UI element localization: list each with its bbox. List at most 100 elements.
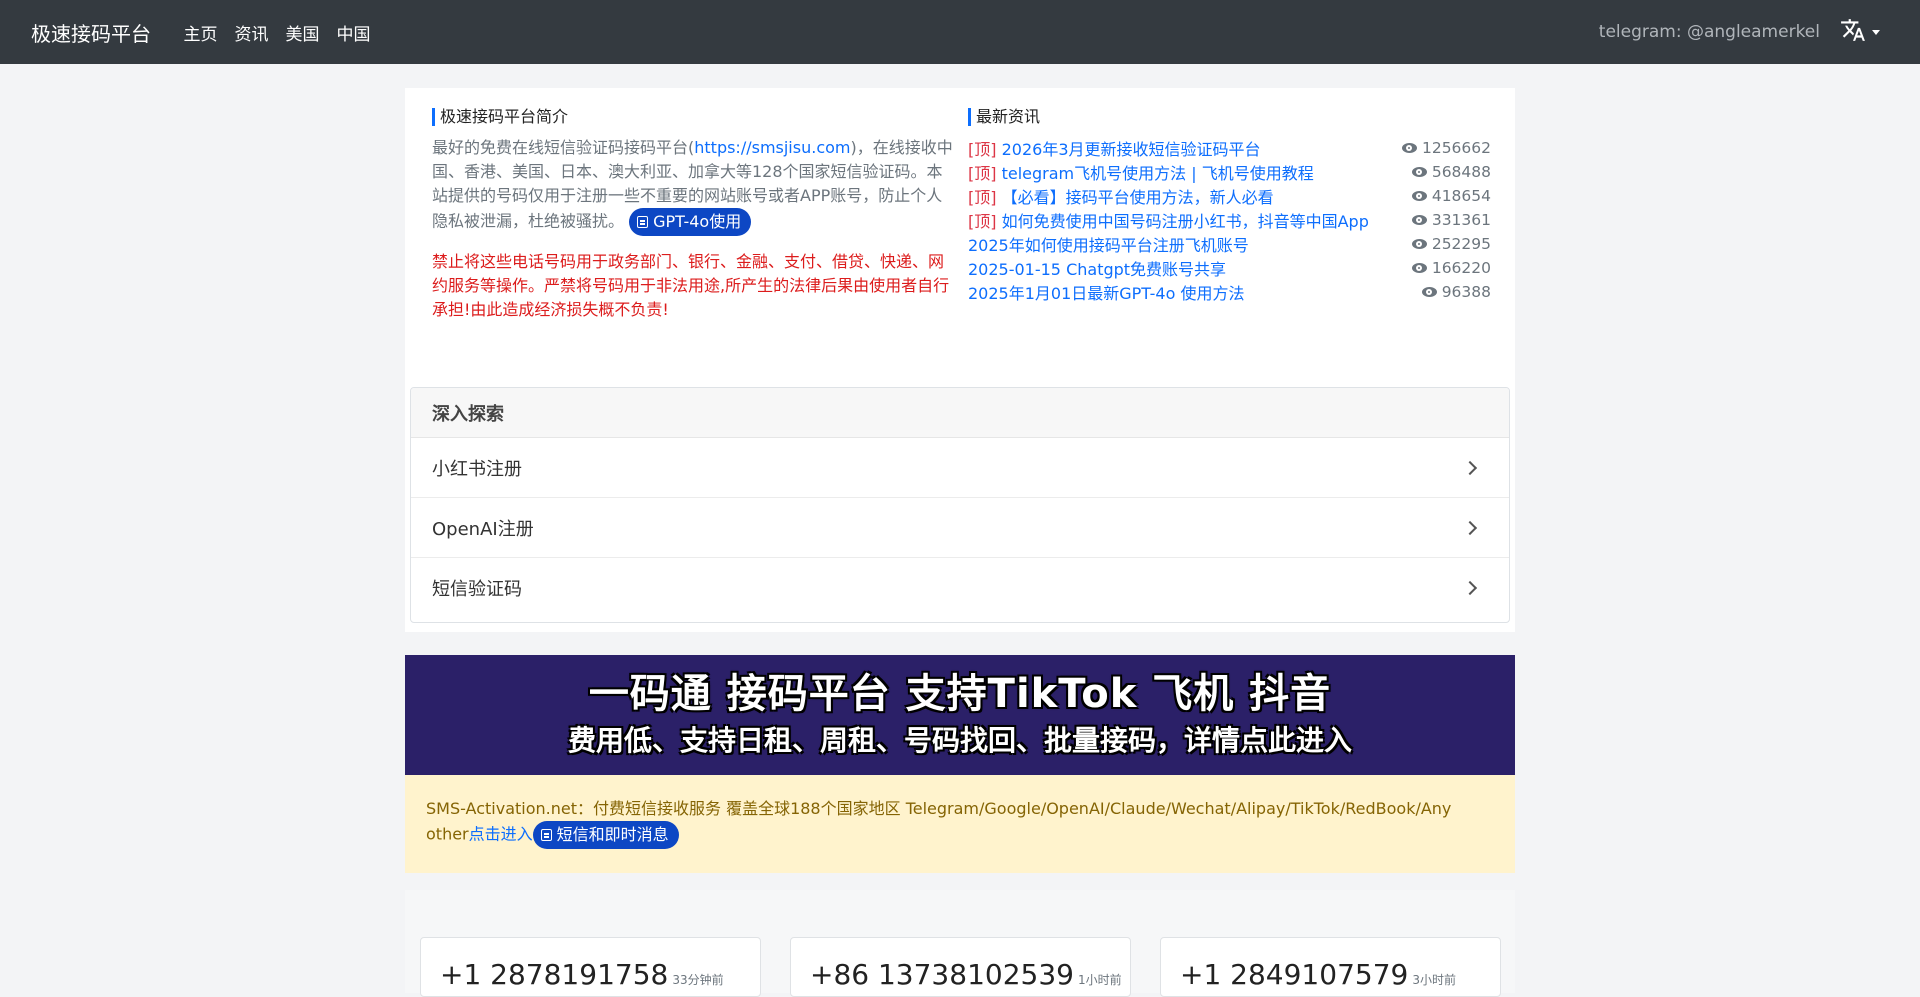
view-count-value: 166220 (1431, 259, 1491, 277)
banner-headline: 一码通 接码平台 支持TikTok 飞机 抖音 (588, 671, 1332, 717)
sms-messages-button-label: 短信和即时消息 (556, 825, 669, 844)
nav-home[interactable]: 主页 (175, 20, 226, 45)
view-count-value: 1256662 (1421, 139, 1491, 157)
alert-link[interactable]: 点击进入 (469, 825, 533, 844)
eye-icon (1401, 143, 1417, 153)
language-switcher[interactable] (1840, 17, 1880, 47)
intro-text: 最好的免费在线短信验证码接码平台(https://smsjisu.com)，在线… (432, 136, 954, 236)
navbar: 极速接码平台 主页 资讯 美国 中国 telegram: @angleamerk… (0, 0, 1920, 64)
brand-logo[interactable]: 极速接码平台 (31, 18, 151, 47)
news-item-link[interactable]: [顶] 【必看】接码平台使用方法，新人必看 (968, 184, 1274, 208)
view-count-value: 568488 (1431, 163, 1491, 181)
news-item-link[interactable]: 2025年1月01日最新GPT-4o 使用方法 (968, 280, 1244, 304)
promo-banner[interactable]: 一码通 接码平台 支持TikTok 飞机 抖音 费用低、支持日租、周租、号码找回… (405, 655, 1515, 775)
translate-icon (1840, 17, 1866, 47)
nav-news[interactable]: 资讯 (226, 20, 277, 45)
news-item-title: 2025-01-15 Chatgpt免费账号共享 (968, 260, 1227, 279)
news-item: 2025-01-15 Chatgpt免费账号共享 166220 (968, 256, 1491, 280)
view-count: 331361 (1411, 211, 1491, 229)
nav-links: 主页 资讯 美国 中国 (175, 20, 379, 45)
news-item-link[interactable]: [顶] 如何免费使用中国号码注册小红书，抖音等中国App (968, 208, 1369, 232)
news-title: 最新资讯 (968, 108, 1491, 126)
news-item-title: 2026年3月更新接收短信验证码平台 (1001, 140, 1261, 159)
pinned-tag: [顶] (968, 212, 997, 231)
phone-number-grid: +1 2878191758 33分钟前 +86 13738102539 1小时前 +… (405, 890, 1515, 997)
sms-messages-button[interactable]: 短信和即时消息 (532, 821, 679, 849)
banner-subline: 费用低、支持日租、周租、号码找回、批量接码，详情点此进入 (567, 724, 1352, 757)
view-count: 418654 (1411, 187, 1491, 205)
news-list: [顶] 2026年3月更新接收短信验证码平台 1256662 [顶] teleg… (968, 136, 1491, 304)
news-item-link[interactable]: [顶] telegram飞机号使用方法 | 飞机号使用教程 (968, 160, 1314, 184)
eye-icon (1411, 215, 1427, 225)
news-item: 2025年如何使用接码平台注册飞机账号 252295 (968, 232, 1491, 256)
site-link[interactable]: https://smsjisu.com (694, 138, 850, 157)
news-item-link[interactable]: 2025-01-15 Chatgpt免费账号共享 (968, 256, 1226, 280)
news-item-title: 【必看】接码平台使用方法，新人必看 (1001, 188, 1274, 207)
news-item: [顶] 【必看】接码平台使用方法，新人必看 418654 (968, 184, 1491, 208)
phone-number-card[interactable]: +1 2849107579 3小时前 (1160, 937, 1501, 997)
sms-activation-alert: SMS-Activation.net：付费短信接收服务 覆盖全球188个国家地区… (405, 775, 1515, 873)
telegram-contact: telegram: @angleamerkel (1598, 22, 1820, 42)
phone-number: +1 2878191758 (440, 958, 669, 991)
news-item-link[interactable]: [顶] 2026年3月更新接收短信验证码平台 (968, 136, 1261, 160)
explore-panel: 深入探索 小红书注册 OpenAI注册 短信验证码 (410, 387, 1510, 623)
document-icon (540, 829, 552, 841)
view-count: 1256662 (1401, 139, 1491, 157)
view-count-value: 96388 (1441, 283, 1491, 301)
chevron-right-icon (1462, 580, 1478, 596)
nav-right: telegram: @angleamerkel (1599, 17, 1880, 47)
eye-icon (1411, 167, 1427, 177)
view-count-value: 418654 (1431, 187, 1491, 205)
explore-title: 深入探索 (411, 388, 1509, 438)
gpt-4o-button[interactable]: GPT-4o使用 (629, 208, 752, 236)
pinned-tag: [顶] (968, 188, 997, 207)
intro-title: 极速接码平台简介 (432, 108, 954, 126)
last-received-time: 3小时前 (1412, 973, 1456, 987)
intro-text-before: 最好的免费在线短信验证码接码平台( (432, 138, 695, 157)
phone-number-card[interactable]: +86 13738102539 1小时前 (790, 937, 1131, 997)
view-count-value: 331361 (1431, 211, 1491, 229)
view-count: 96388 (1421, 283, 1491, 301)
news-item: 2025年1月01日最新GPT-4o 使用方法 96388 (968, 280, 1491, 304)
news-item-title: telegram飞机号使用方法 | 飞机号使用教程 (1001, 164, 1314, 183)
eye-icon (1421, 287, 1437, 297)
news-item-title: 如何免费使用中国号码注册小红书，抖音等中国App (1001, 212, 1369, 231)
explore-item-openai[interactable]: OpenAI注册 (411, 498, 1509, 558)
usage-warning: 禁止将这些电话号码用于政务部门、银行、金融、支付、借贷、快递、网约服务等操作。严… (432, 252, 950, 319)
eye-icon (1411, 263, 1427, 273)
phone-number: +86 13738102539 (810, 958, 1074, 991)
explore-item-label: 小红书注册 (432, 458, 522, 480)
view-count: 166220 (1411, 259, 1491, 277)
last-received-time: 33分钟前 (672, 973, 724, 987)
chevron-right-icon (1462, 460, 1478, 475)
document-icon (637, 216, 649, 228)
pinned-tag: [顶] (968, 140, 997, 159)
pinned-tag: [顶] (968, 164, 997, 183)
intro-section: 极速接码平台简介 最好的免费在线短信验证码接码平台(https://smsjis… (432, 108, 954, 322)
last-received-time: 1小时前 (1077, 973, 1122, 987)
gpt-4o-button-label: GPT-4o使用 (653, 212, 742, 231)
news-item-title: 2025年如何使用接码平台注册飞机账号 (968, 236, 1249, 255)
explore-item-label: 短信验证码 (432, 579, 522, 600)
news-item: [顶] 2026年3月更新接收短信验证码平台 1256662 (968, 136, 1491, 160)
explore-item-label: OpenAI注册 (432, 518, 534, 540)
nav-usa[interactable]: 美国 (277, 20, 328, 45)
caret-down-icon (1872, 29, 1880, 35)
view-count: 252295 (1411, 235, 1491, 253)
eye-icon (1411, 191, 1427, 201)
news-item-link[interactable]: 2025年如何使用接码平台注册飞机账号 (968, 232, 1249, 256)
explore-item-sms-code[interactable]: 短信验证码 (411, 558, 1509, 618)
news-section: 最新资讯 [顶] 2026年3月更新接收短信验证码平台 1256662 [顶] … (968, 108, 1491, 304)
view-count-value: 252295 (1431, 235, 1491, 253)
view-count: 568488 (1411, 163, 1491, 181)
news-item: [顶] telegram飞机号使用方法 | 飞机号使用教程 568488 (968, 160, 1491, 184)
nav-china[interactable]: 中国 (328, 20, 379, 45)
eye-icon (1411, 239, 1427, 249)
news-item-title: 2025年1月01日最新GPT-4o 使用方法 (968, 284, 1245, 303)
news-item: [顶] 如何免费使用中国号码注册小红书，抖音等中国App 331361 (968, 208, 1491, 232)
phone-number: +1 2849107579 (1180, 958, 1409, 991)
explore-item-xiaohongshu[interactable]: 小红书注册 (411, 438, 1509, 498)
chevron-right-icon (1462, 520, 1478, 535)
intro-card: 极速接码平台简介 最好的免费在线短信验证码接码平台(https://smsjis… (405, 88, 1515, 632)
phone-number-card[interactable]: +1 2878191758 33分钟前 (420, 937, 761, 997)
